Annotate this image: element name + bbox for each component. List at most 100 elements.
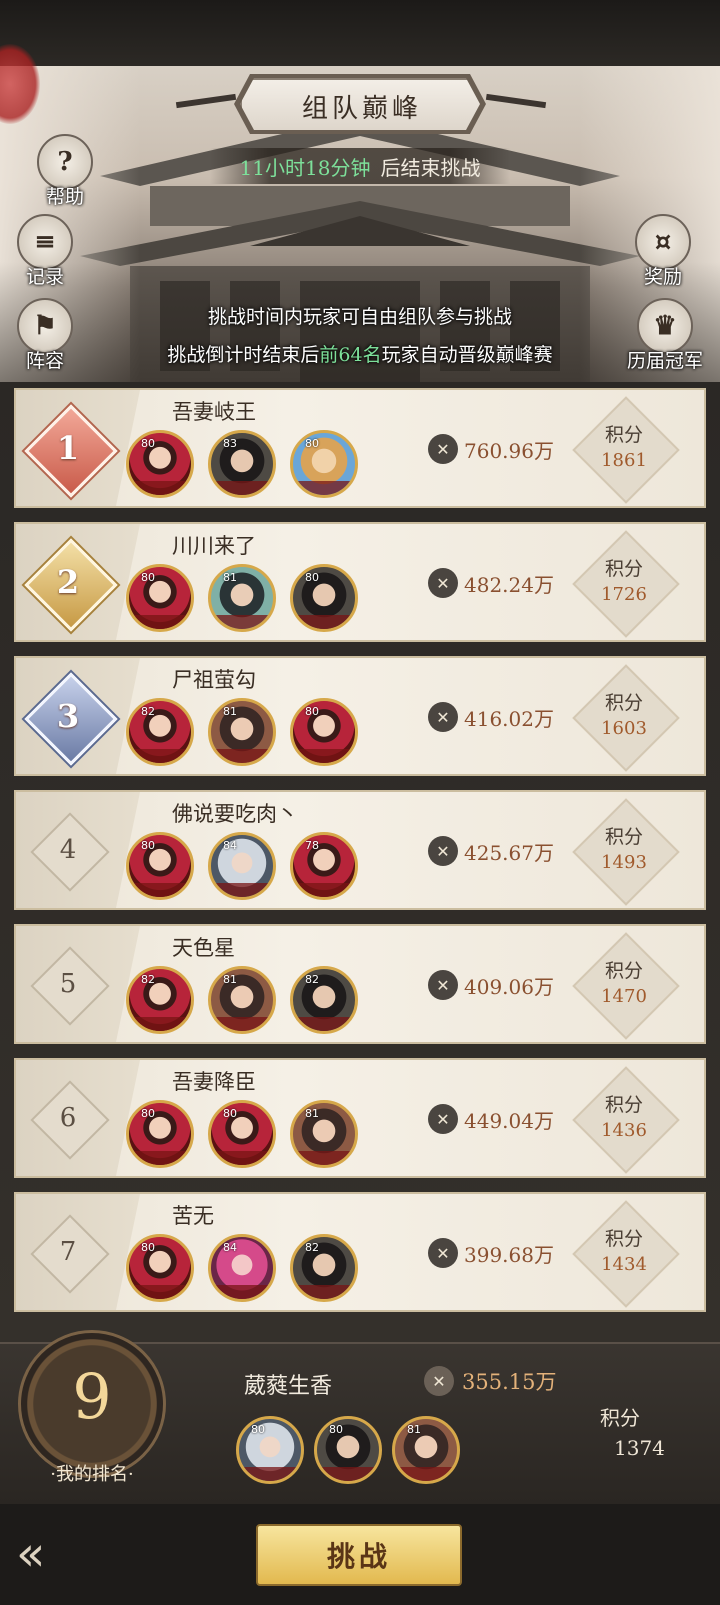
back-arrow-icon: « bbox=[16, 1526, 46, 1582]
power-value: 482.24万 bbox=[464, 572, 554, 597]
hero-badge bbox=[293, 883, 355, 897]
hero-level: 81 bbox=[407, 1423, 421, 1436]
score-value: 1603 bbox=[601, 718, 647, 739]
score-value: 1726 bbox=[601, 584, 647, 605]
hero-badge bbox=[293, 1017, 355, 1031]
hero-level: 81 bbox=[223, 973, 237, 986]
team-power: ✕ 409.06万 bbox=[428, 970, 554, 1000]
ranking-row[interactable]: 1 吾妻岐王 80 83 80 ✕ 760.96万 积分 1861 bbox=[14, 388, 706, 508]
hero-avatar: 82 bbox=[126, 698, 194, 766]
my-score-value: 1374 bbox=[614, 1436, 665, 1460]
hero-avatar: 80 bbox=[126, 1234, 194, 1302]
hero-avatar: 82 bbox=[290, 966, 358, 1034]
crossed-swords-icon: ✕ bbox=[428, 434, 458, 464]
score-label: 积分 bbox=[604, 558, 643, 580]
crossed-swords-icon: ✕ bbox=[428, 1238, 458, 1268]
power-value: 416.02万 bbox=[464, 706, 554, 731]
page-title: 组队巅峰 bbox=[240, 78, 480, 130]
score-label: 积分 bbox=[604, 960, 643, 982]
score-label: 积分 bbox=[604, 692, 643, 714]
rank-number: 3 bbox=[56, 697, 80, 735]
info-line-1: 挑战时间内玩家可自由组队参与挑战 bbox=[207, 306, 512, 328]
hero-level: 80 bbox=[141, 1107, 155, 1120]
hero-level: 80 bbox=[141, 839, 155, 852]
team-power: ✕ 425.67万 bbox=[428, 836, 554, 866]
hero-avatar: 80 bbox=[208, 1100, 276, 1168]
hero-badge bbox=[239, 1467, 301, 1481]
hero-avatar: 80 bbox=[236, 1416, 304, 1484]
rank-number: 6 bbox=[59, 1103, 77, 1133]
rewards-button[interactable]: ¤ 奖励 bbox=[628, 214, 698, 294]
hero-level: 80 bbox=[141, 437, 155, 450]
team-power: ✕ 760.96万 bbox=[428, 434, 554, 464]
hero-level: 82 bbox=[141, 705, 155, 718]
hero-level: 81 bbox=[223, 571, 237, 584]
hero-level: 82 bbox=[305, 973, 319, 986]
score-label: 积分 bbox=[604, 1094, 643, 1116]
hero-level: 83 bbox=[223, 437, 237, 450]
records-button[interactable]: ≡ 记录 bbox=[10, 214, 80, 294]
score-box: 积分 1603 bbox=[572, 664, 680, 772]
my-rank-number: 9 bbox=[72, 1360, 112, 1433]
back-button[interactable]: « bbox=[16, 1526, 100, 1582]
hero-level: 80 bbox=[223, 1107, 237, 1120]
hero-avatar: 80 bbox=[126, 832, 194, 900]
score-box: 积分 1470 bbox=[572, 932, 680, 1040]
my-rank-label: ·我的排名· bbox=[50, 1464, 134, 1485]
ranking-row[interactable]: 2 川川来了 80 81 80 ✕ 482.24万 积分 1726 bbox=[14, 522, 706, 642]
rewards-label: 奖励 bbox=[643, 266, 682, 288]
info-line-2: 挑战倒计时结束后前64名玩家自动晋级巅峰赛 bbox=[0, 340, 720, 367]
hero-avatar: 81 bbox=[290, 1100, 358, 1168]
score-box: 积分 1493 bbox=[572, 798, 680, 906]
ranking-row[interactable]: 7 苦无 80 84 82 ✕ 399.68万 积分 1434 bbox=[14, 1192, 706, 1312]
hero-avatar: 80 bbox=[290, 430, 358, 498]
hero-level: 80 bbox=[305, 437, 319, 450]
player-name: 吾妻降臣 bbox=[172, 1070, 256, 1094]
hero-badge bbox=[317, 1467, 379, 1481]
ranking-row[interactable]: 5 天色星 82 81 82 ✕ 409.06万 积分 1470 bbox=[14, 924, 706, 1044]
hero-avatar: 84 bbox=[208, 1234, 276, 1302]
score-value: 1470 bbox=[601, 986, 647, 1007]
hero-badge bbox=[293, 481, 355, 495]
ranking-row[interactable]: 4 佛说要吃肉丶 80 84 78 ✕ 425.67万 积分 1493 bbox=[14, 790, 706, 910]
power-value: 409.06万 bbox=[464, 974, 554, 999]
ranking-row[interactable]: 3 尸祖萤勾 82 81 80 ✕ 416.02万 积分 1603 bbox=[14, 656, 706, 776]
crossed-swords-icon: ✕ bbox=[428, 702, 458, 732]
challenge-button[interactable]: 挑战 bbox=[256, 1524, 462, 1586]
score-box: 积分 1436 bbox=[572, 1066, 680, 1174]
hero-level: 80 bbox=[329, 1423, 343, 1436]
hero-badge bbox=[395, 1467, 457, 1481]
power-value: 760.96万 bbox=[464, 438, 554, 463]
score-label: 积分 bbox=[604, 826, 643, 848]
help-label: 帮助 bbox=[45, 186, 84, 208]
info-line-2-post: 玩家自动晋级巅峰赛 bbox=[381, 344, 553, 366]
hero-badge bbox=[293, 615, 355, 629]
score-value: 1434 bbox=[601, 1254, 647, 1275]
hero-badge bbox=[129, 481, 191, 495]
my-player-name: 葳蕤生香 bbox=[244, 1374, 333, 1399]
help-button[interactable]: ? 帮助 bbox=[30, 134, 100, 214]
hero-badge bbox=[129, 1285, 191, 1299]
hero-badge bbox=[293, 1151, 355, 1165]
hero-avatar: 80 bbox=[126, 430, 194, 498]
top-bar bbox=[0, 0, 720, 66]
team-power: ✕ 482.24万 bbox=[428, 568, 554, 598]
records-label: 记录 bbox=[25, 266, 64, 288]
team-power: ✕ 416.02万 bbox=[428, 702, 554, 732]
ranking-row[interactable]: 6 吾妻降臣 80 80 81 ✕ 449.04万 积分 1436 bbox=[14, 1058, 706, 1178]
hero-level: 81 bbox=[223, 705, 237, 718]
rank-number: 2 bbox=[56, 563, 80, 601]
my-power-value: 355.15万 bbox=[462, 1370, 557, 1394]
hero-level: 80 bbox=[141, 571, 155, 584]
score-box: 积分 1726 bbox=[572, 530, 680, 638]
power-value: 425.67万 bbox=[464, 840, 554, 865]
hero-level: 82 bbox=[141, 973, 155, 986]
score-label: 积分 bbox=[604, 1228, 643, 1250]
score-value: 1861 bbox=[601, 450, 647, 471]
team-power: ✕ 399.68万 bbox=[428, 1238, 554, 1268]
timer-value: 11小时18分钟 bbox=[239, 155, 371, 180]
rank-number: 5 bbox=[59, 969, 77, 999]
hero-level: 82 bbox=[305, 1241, 319, 1254]
hero-avatar: 80 bbox=[314, 1416, 382, 1484]
info-line-2-pre: 挑战倒计时结束后 bbox=[167, 344, 320, 366]
